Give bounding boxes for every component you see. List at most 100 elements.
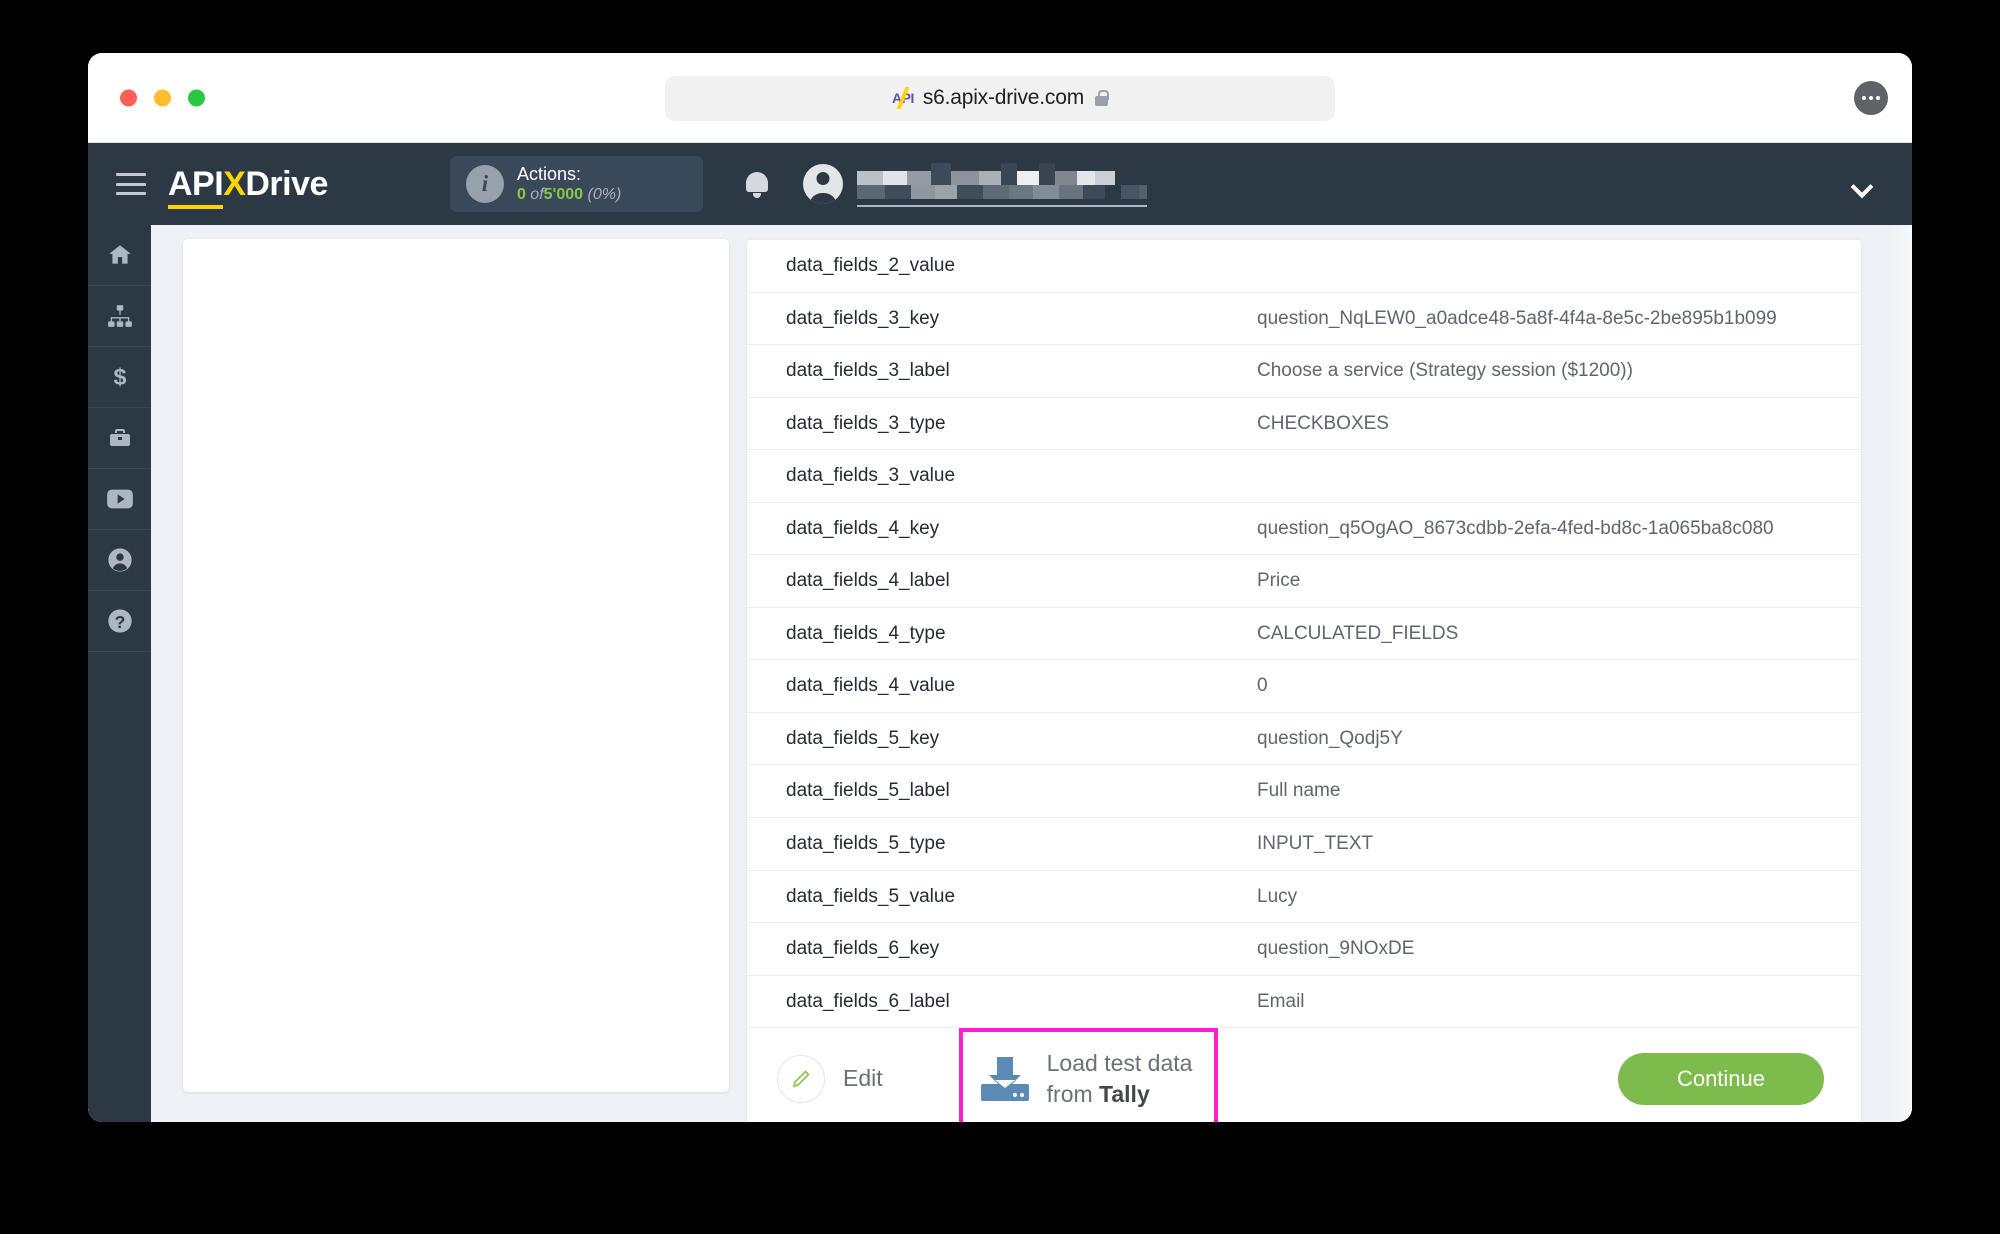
field-key: data_fields_4_key bbox=[786, 517, 940, 539]
load-test-data-button[interactable]: Load test data from Tally bbox=[958, 1028, 1219, 1122]
sidebar-item-connections[interactable] bbox=[88, 286, 151, 347]
video-icon bbox=[106, 488, 134, 510]
api-lightning-icon: API bbox=[892, 90, 914, 106]
field-key: data_fields_5_type bbox=[786, 833, 946, 855]
table-row: data_fields_6_key question_9NOxDE bbox=[747, 923, 1861, 976]
app-header: APIXDrive i Actions: 0 of5'000 (0%) bbox=[88, 143, 1912, 225]
lock-icon bbox=[1095, 90, 1109, 106]
pencil-icon bbox=[777, 1054, 825, 1103]
main-content: data_fields_2_value data_fields_3_key qu… bbox=[151, 225, 1912, 1122]
field-value: Price bbox=[1257, 570, 1301, 592]
sidebar-item-video[interactable] bbox=[88, 469, 151, 530]
field-value: question_Qodj5Y bbox=[1257, 727, 1403, 749]
browser-titlebar: API s6.apix-drive.com bbox=[88, 53, 1912, 143]
load-from-text: from bbox=[1046, 1080, 1100, 1107]
test-data-table-body: data_fields_2_value data_fields_3_key qu… bbox=[747, 239, 1861, 1029]
svg-text:$: $ bbox=[113, 364, 126, 390]
actions-counter-text: Actions: 0 of5'000 (0%) bbox=[517, 163, 621, 206]
field-key: data_fields_5_label bbox=[786, 780, 950, 802]
field-key: data_fields_5_value bbox=[786, 885, 956, 907]
user-avatar-icon[interactable] bbox=[802, 164, 843, 204]
actions-of: of bbox=[530, 186, 544, 204]
load-test-data-line1: Load test data bbox=[1046, 1050, 1193, 1077]
svg-text:?: ? bbox=[114, 612, 125, 632]
question-circle-icon: ? bbox=[106, 607, 134, 635]
info-icon: i bbox=[465, 165, 504, 203]
edit-button[interactable]: Edit bbox=[777, 1054, 883, 1103]
field-key: data_fields_3_type bbox=[786, 412, 946, 434]
connections-icon bbox=[106, 303, 134, 329]
sidebar-item-home[interactable] bbox=[88, 225, 151, 286]
maximize-window-button[interactable] bbox=[188, 89, 205, 106]
table-row: data_fields_3_label Choose a service (St… bbox=[747, 345, 1861, 398]
test-data-table: data_fields_2_value data_fields_3_key qu… bbox=[747, 239, 1861, 1028]
window-traffic-lights bbox=[120, 89, 205, 106]
field-value: INPUT_TEXT bbox=[1257, 833, 1374, 855]
table-row: data_fields_3_key question_NqLEW0_a0adce… bbox=[747, 292, 1861, 345]
field-value bbox=[1257, 450, 1861, 503]
home-icon bbox=[106, 242, 134, 268]
table-row: data_fields_5_key question_Qodj5Y bbox=[747, 712, 1861, 765]
field-value: question_q5OgAO_8673cdbb-2efa-4fed-bd8c-… bbox=[1257, 517, 1774, 539]
apix-drive-logo[interactable]: APIXDrive bbox=[168, 165, 328, 209]
table-row: data_fields_4_value 0 bbox=[747, 660, 1861, 713]
sidebar-item-billing[interactable]: $ bbox=[88, 347, 151, 408]
sidebar-item-help[interactable]: ? bbox=[88, 591, 151, 652]
minimize-window-button[interactable] bbox=[154, 89, 171, 106]
table-row: data_fields_4_label Price bbox=[747, 555, 1861, 608]
field-value: Email bbox=[1257, 990, 1305, 1012]
load-test-data-line2: from Tally bbox=[1047, 1079, 1193, 1109]
field-key: data_fields_4_label bbox=[786, 570, 950, 592]
field-value bbox=[1257, 240, 1861, 293]
field-value: CALCULATED_FIELDS bbox=[1257, 622, 1459, 644]
close-window-button[interactable] bbox=[120, 89, 137, 106]
test-data-table-wrap: data_fields_2_value data_fields_3_key qu… bbox=[747, 239, 1861, 1028]
content-scrollbar[interactable] bbox=[1890, 225, 1912, 1122]
actions-percent: (0%) bbox=[587, 186, 622, 204]
actions-counter[interactable]: i Actions: 0 of5'000 (0%) bbox=[449, 156, 703, 212]
actions-label: Actions: bbox=[516, 163, 581, 184]
table-row: data_fields_2_value bbox=[747, 239, 1861, 293]
field-value: Lucy bbox=[1257, 885, 1298, 907]
continue-button[interactable]: Continue bbox=[1618, 1052, 1824, 1105]
field-key: data_fields_4_value bbox=[786, 675, 956, 697]
actions-used: 0 bbox=[516, 186, 526, 204]
logo-drive-text: Drive bbox=[245, 165, 328, 203]
field-value: Full name bbox=[1257, 780, 1341, 802]
browser-window: API s6.apix-drive.com APIXDrive i Action… bbox=[88, 53, 1912, 1122]
logo-x-text: X bbox=[223, 165, 246, 203]
field-key: data_fields_3_value bbox=[786, 465, 956, 487]
table-row: data_fields_5_value Lucy bbox=[747, 870, 1861, 923]
actions-usage: 0 of5'000 (0%) bbox=[517, 185, 621, 205]
field-key: data_fields_5_key bbox=[786, 727, 940, 749]
field-value: Choose a service (Strategy session ($120… bbox=[1257, 360, 1633, 382]
chevron-down-icon[interactable] bbox=[1850, 175, 1874, 199]
table-row: data_fields_5_type INPUT_TEXT bbox=[747, 818, 1861, 871]
hamburger-menu-icon[interactable] bbox=[116, 173, 146, 195]
field-value: CHECKBOXES bbox=[1257, 412, 1389, 434]
field-key: data_fields_2_value bbox=[786, 255, 956, 276]
field-key: data_fields_6_label bbox=[786, 990, 950, 1012]
field-value: question_9NOxDE bbox=[1257, 938, 1415, 960]
address-bar[interactable]: API s6.apix-drive.com bbox=[665, 75, 1335, 121]
card-footer-actions: Edit Load test data from Tally Continue bbox=[747, 1028, 1861, 1122]
user-circle-icon bbox=[106, 546, 134, 574]
table-row: data_fields_5_label Full name bbox=[747, 765, 1861, 818]
sidebar-item-account[interactable] bbox=[88, 530, 151, 591]
actions-total: 5'000 bbox=[543, 186, 584, 204]
table-row: data_fields_4_key question_q5OgAO_8673cd… bbox=[747, 502, 1861, 555]
download-icon bbox=[980, 1056, 1029, 1101]
username-redacted[interactable] bbox=[856, 161, 1147, 207]
load-source-name: Tally bbox=[1099, 1080, 1150, 1107]
table-row: data_fields_3_type CHECKBOXES bbox=[747, 397, 1861, 450]
table-row: data_fields_3_value bbox=[747, 450, 1861, 503]
field-key: data_fields_6_key bbox=[786, 938, 940, 960]
bell-icon[interactable] bbox=[745, 170, 769, 198]
briefcase-icon bbox=[107, 426, 133, 450]
edit-label: Edit bbox=[843, 1065, 883, 1092]
sidebar-item-business[interactable] bbox=[88, 408, 151, 469]
app-body: $ ? data_fields_2_value data_fields_3_ke… bbox=[88, 225, 1912, 1122]
field-value: 0 bbox=[1257, 675, 1268, 697]
more-options-icon[interactable] bbox=[1854, 80, 1888, 115]
field-value: question_NqLEW0_a0adce48-5a8f-4f4a-8e5c-… bbox=[1257, 307, 1777, 329]
